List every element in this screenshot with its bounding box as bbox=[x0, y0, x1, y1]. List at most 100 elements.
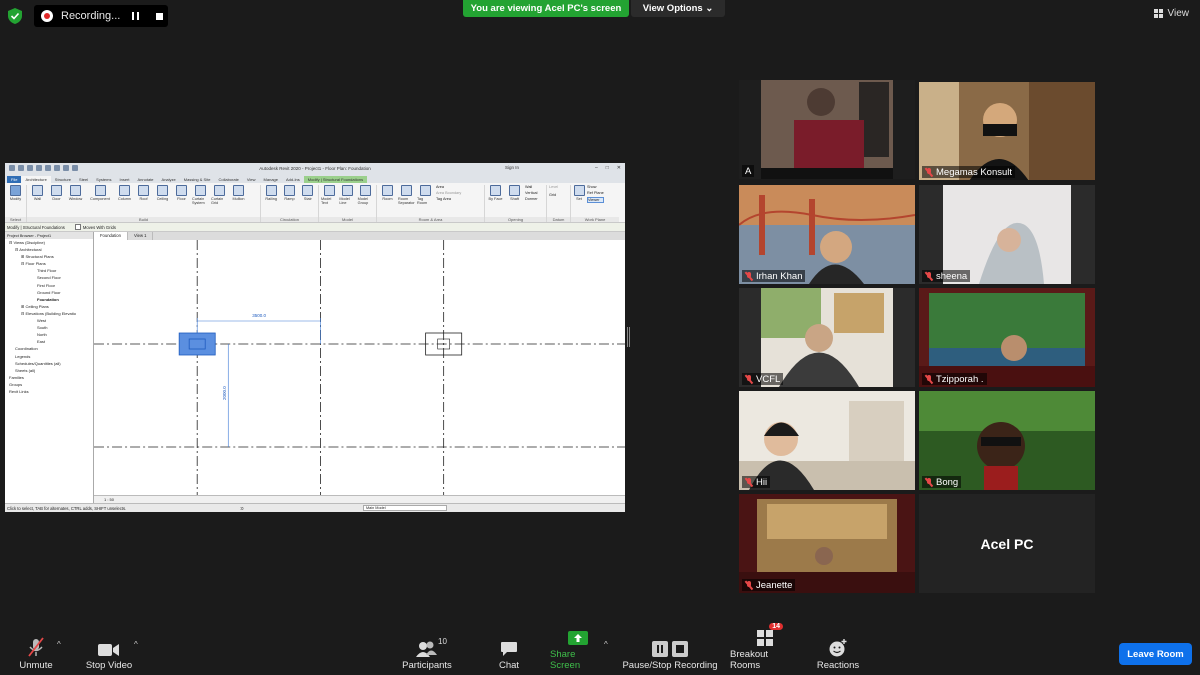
video-tile[interactable]: Hii bbox=[739, 391, 915, 490]
tab-steel[interactable]: Steel bbox=[75, 176, 92, 183]
area-button[interactable]: Area bbox=[436, 185, 476, 189]
tree-item[interactable]: ⊟ Elevations (Building Elevatio bbox=[7, 310, 93, 317]
unmute-button[interactable]: Unmute bbox=[17, 637, 55, 671]
reactions-button[interactable]: Reactions bbox=[817, 637, 859, 671]
tree-item[interactable]: Legends bbox=[7, 353, 93, 360]
dimension-horizontal: 3500.0 bbox=[252, 313, 266, 318]
view-tab-foundation[interactable]: Foundation bbox=[94, 232, 128, 240]
tree-item[interactable]: Second Floor bbox=[7, 274, 93, 281]
view-tab-view1[interactable]: View 1 bbox=[128, 232, 154, 240]
video-tile[interactable]: VCFL bbox=[739, 288, 915, 387]
tab-systems[interactable]: Systems bbox=[92, 176, 115, 183]
pause-recording-button[interactable] bbox=[127, 8, 143, 24]
tree-item[interactable]: ⊞ Ceiling Plans bbox=[7, 303, 93, 310]
stop-recording-button[interactable] bbox=[151, 8, 167, 24]
column-icon bbox=[119, 185, 130, 196]
tree-item[interactable]: ⊟ Floor Plans bbox=[7, 260, 93, 267]
tree-item[interactable]: South bbox=[7, 324, 93, 331]
audio-options-chevron-icon[interactable]: ^ bbox=[57, 640, 61, 649]
wall-opening-button[interactable]: Wall bbox=[525, 185, 538, 189]
video-camera-icon bbox=[98, 637, 120, 657]
tab-structure[interactable]: Structure bbox=[51, 176, 75, 183]
grid-button[interactable]: Grid bbox=[549, 193, 558, 197]
video-tile[interactable]: sheena bbox=[919, 185, 1095, 284]
share-options-chevron-icon[interactable]: ^ bbox=[604, 640, 608, 649]
view-control-bar[interactable]: 1 : 50 bbox=[94, 495, 625, 503]
dormer-button[interactable]: Dormer bbox=[525, 197, 538, 201]
tab-add-ins[interactable]: Add-Ins bbox=[282, 176, 304, 183]
split-divider-handle[interactable] bbox=[627, 327, 630, 347]
tab-view[interactable]: View bbox=[243, 176, 260, 183]
curtain-system-icon bbox=[195, 185, 206, 196]
participants-button[interactable]: 10 Participants bbox=[401, 637, 453, 671]
stop-video-button[interactable]: Stop Video bbox=[85, 637, 133, 671]
tree-item[interactable]: ⊞ Structural Plans bbox=[7, 253, 93, 260]
area-boundary-button[interactable]: Area Boundary bbox=[436, 191, 476, 195]
floor-plan-canvas[interactable]: 3500.0 2000.0 bbox=[94, 240, 625, 495]
sign-in-link[interactable]: Sign In bbox=[505, 165, 519, 170]
video-options-chevron-icon[interactable]: ^ bbox=[134, 640, 138, 649]
viewer-button[interactable]: Viewer bbox=[587, 197, 604, 203]
selected-footing[interactable] bbox=[178, 332, 216, 356]
tab-annotate[interactable]: Annotate bbox=[134, 176, 158, 183]
level-button[interactable]: Level bbox=[549, 185, 558, 189]
tree-item[interactable]: Third Floor bbox=[7, 267, 93, 274]
video-tile[interactable]: Bong bbox=[919, 391, 1095, 490]
tree-item[interactable]: North bbox=[7, 331, 93, 338]
view-scale[interactable]: 1 : 50 bbox=[104, 497, 114, 502]
tree-item[interactable]: ⊟ Views (Discipline) bbox=[7, 239, 93, 246]
tab-insert[interactable]: Insert bbox=[116, 176, 134, 183]
breakout-rooms-icon: 14 bbox=[757, 623, 783, 646]
ref-plane-button[interactable]: Ref Plane bbox=[587, 191, 604, 195]
tree-item[interactable]: East bbox=[7, 338, 93, 345]
share-screen-button[interactable]: Share Screen bbox=[550, 626, 606, 671]
video-tile[interactable]: Megamas Konsult bbox=[919, 82, 1095, 180]
tab-collaborate[interactable]: Collaborate bbox=[214, 176, 242, 183]
tree-item[interactable]: ⊟ Architectural bbox=[7, 246, 93, 253]
status-zero: :0 bbox=[240, 505, 244, 511]
video-tile[interactable]: Tzipporah . bbox=[919, 288, 1095, 387]
drawing-area[interactable]: Foundation View 1 3500.0 2000.0 1: 50 bbox=[94, 232, 625, 503]
tab-architecture[interactable]: Architecture bbox=[21, 176, 51, 183]
view-layout-button[interactable]: View bbox=[1153, 8, 1189, 19]
security-shield-icon[interactable] bbox=[8, 8, 22, 24]
tree-item[interactable]: West bbox=[7, 317, 93, 324]
breakout-rooms-button[interactable]: 14 Breakout Rooms bbox=[730, 623, 800, 671]
tree-item[interactable]: Revit Links bbox=[7, 388, 93, 395]
stair-icon bbox=[302, 185, 314, 196]
video-tile[interactable]: Jeanette bbox=[739, 494, 915, 593]
shared-screen[interactable]: Autodesk Revit 2020 - Project1 - Floor P… bbox=[5, 163, 625, 512]
tab-modify-structural-foundations[interactable]: Modify | Structural Foundations bbox=[303, 176, 368, 183]
leave-room-button[interactable]: Leave Room bbox=[1119, 643, 1192, 665]
window-controls[interactable]: – □ ✕ bbox=[595, 165, 621, 171]
tree-item[interactable]: Families bbox=[7, 374, 93, 381]
model-selector[interactable]: Main Model bbox=[363, 505, 447, 511]
tab-file[interactable]: File bbox=[7, 176, 22, 183]
room-separator-icon bbox=[401, 185, 412, 196]
video-tile[interactable]: A bbox=[739, 80, 915, 179]
project-tree[interactable]: ⊟ Views (Discipline) ⊟ Architectural ⊞ S… bbox=[5, 239, 93, 395]
pause-icon bbox=[131, 12, 139, 20]
tree-item[interactable]: Coordination bbox=[7, 345, 93, 352]
revit-title-bar: Autodesk Revit 2020 - Project1 - Floor P… bbox=[5, 163, 625, 174]
revit-status-bar: Click to select, TAB for alternates, CTR… bbox=[5, 503, 625, 512]
tag-area-button[interactable]: Tag Area bbox=[436, 197, 476, 201]
tree-item-selected[interactable]: Foundation bbox=[7, 296, 93, 303]
tree-item[interactable]: Schedules/Quantities (all) bbox=[7, 360, 93, 367]
video-tile[interactable]: Irhan Khan bbox=[739, 185, 915, 284]
view-options-button[interactable]: View Options ⌄ bbox=[631, 0, 725, 17]
tree-item[interactable]: Sheets (all) bbox=[7, 367, 93, 374]
tree-item[interactable]: Groups bbox=[7, 381, 93, 388]
tree-item[interactable]: First Floor bbox=[7, 282, 93, 289]
moves-with-grids-checkbox[interactable]: Moves With Grids bbox=[75, 224, 116, 230]
tab-manage[interactable]: Manage bbox=[260, 176, 282, 183]
tab-massing-site[interactable]: Massing & Site bbox=[180, 176, 215, 183]
pause-stop-recording-button[interactable]: Pause/Stop Recording bbox=[622, 637, 718, 671]
show-button[interactable]: Show bbox=[587, 185, 604, 189]
tab-analyze[interactable]: Analyze bbox=[158, 176, 180, 183]
tree-item[interactable]: Ground Floor bbox=[7, 289, 93, 296]
vertical-opening-button[interactable]: Vertical bbox=[525, 191, 538, 195]
chat-button[interactable]: Chat bbox=[497, 637, 521, 671]
quick-access-toolbar[interactable] bbox=[9, 165, 78, 171]
video-tile-no-video[interactable]: Acel PC bbox=[919, 494, 1095, 593]
